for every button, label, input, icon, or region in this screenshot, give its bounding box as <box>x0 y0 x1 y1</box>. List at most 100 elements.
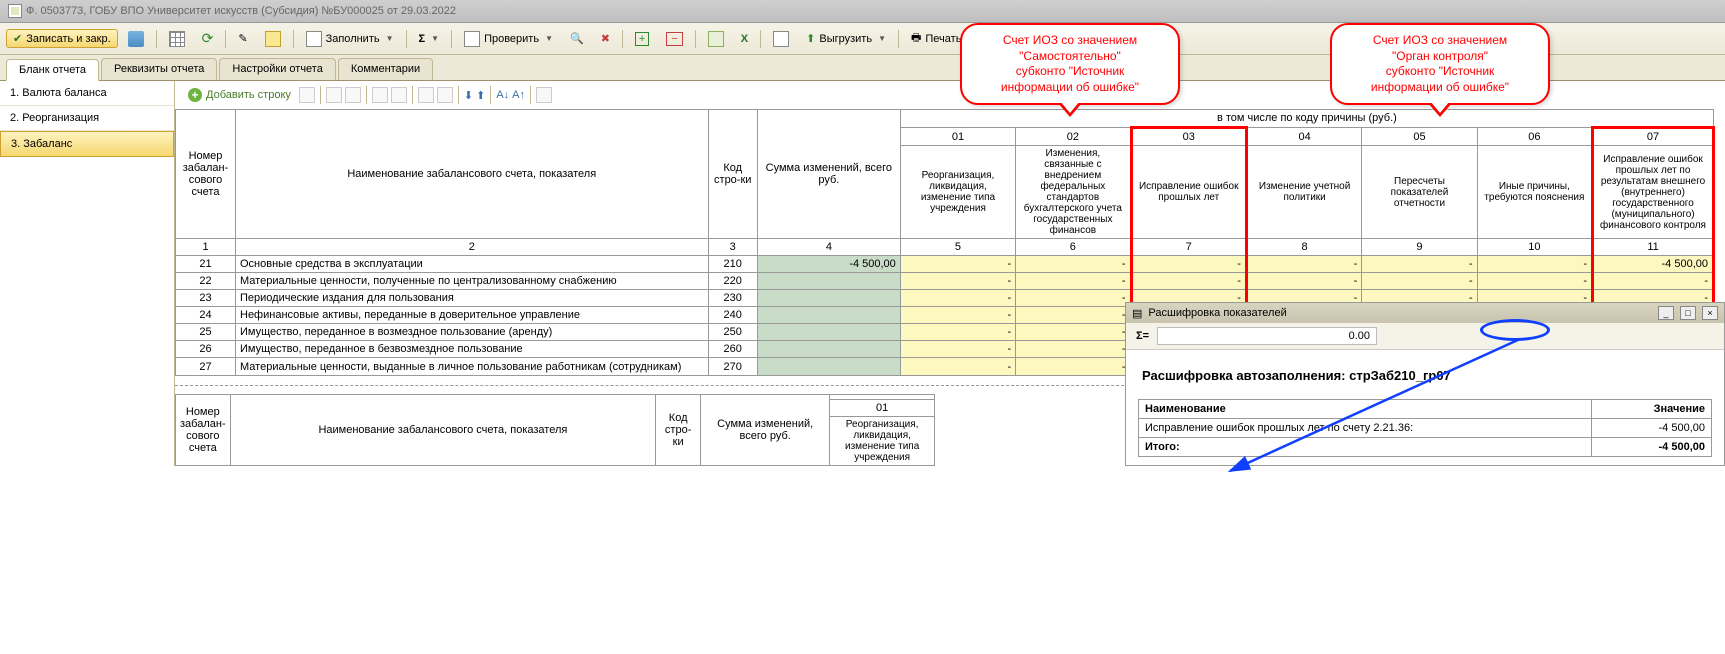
tab-blank[interactable]: Бланк отчета <box>6 59 99 81</box>
add-row-button[interactable]: +Добавить строку <box>183 85 296 105</box>
sub-03: Исправление ошибок прошлых лет <box>1131 146 1246 239</box>
page-button[interactable] <box>766 28 796 50</box>
tab-comments[interactable]: Комментарии <box>338 58 433 80</box>
arrow-up-icon[interactable]: ⬆ <box>476 89 485 102</box>
sidebar-item-offbalance[interactable]: 3. Забаланс <box>0 131 174 157</box>
detail-total-name: Итого: <box>1139 438 1592 457</box>
lower-header-code: Код стро-ки <box>656 395 701 466</box>
lower-header-sum: Сумма изменений, всего руб. <box>701 395 830 466</box>
grid-icon <box>169 31 185 47</box>
upload-icon: ⬆ <box>806 32 815 45</box>
minimize-button[interactable]: _ <box>1658 306 1674 320</box>
excel-icon: X <box>741 33 748 45</box>
colnum-11: 11 <box>1593 239 1714 256</box>
colnum-4: 4 <box>757 239 900 256</box>
plus-box-icon: + <box>635 32 649 46</box>
code-04: 04 <box>1246 128 1361 146</box>
colnum-9: 9 <box>1362 239 1477 256</box>
tree-icon <box>708 31 724 47</box>
detail-panel: ▤ Расшифровка показателей _ □ × Σ= 0.00 … <box>1125 302 1725 466</box>
search-button[interactable]: 🔍 <box>563 29 591 48</box>
code-06: 06 <box>1477 128 1592 146</box>
colnum-2: 2 <box>236 239 709 256</box>
lower-grid[interactable]: Номер забалан-сового счета Наименование … <box>175 394 935 466</box>
colnum-6: 6 <box>1016 239 1131 256</box>
clear-icon: ✖ <box>601 32 610 45</box>
sidebar-item-reorg[interactable]: 2. Реорганизация <box>0 106 174 131</box>
sub-07: Исправление ошибок прошлых лет по резуль… <box>1593 146 1714 239</box>
header-name: Наименование забалансового счета, показа… <box>236 110 709 239</box>
lower-code-01: 01 <box>830 400 935 417</box>
collapse-button[interactable]: − <box>659 29 689 49</box>
clear-button[interactable]: ✖ <box>594 29 617 48</box>
code-02: 02 <box>1016 128 1131 146</box>
callout-03: Счет ИОЗ со значением"Самостоятельно"суб… <box>960 23 1180 105</box>
plus-circle-icon: + <box>188 88 202 102</box>
chart-icon[interactable] <box>536 87 552 103</box>
sub-02: Изменения, связанные с внедрением федера… <box>1016 146 1131 239</box>
toolbar-icon-2[interactable] <box>326 87 342 103</box>
toolbar-icon-5[interactable] <box>391 87 407 103</box>
tab-requisites[interactable]: Реквизиты отчета <box>101 58 217 80</box>
pencil-icon: ✎ <box>238 32 247 45</box>
tab-settings[interactable]: Настройки отчета <box>219 58 335 80</box>
toolbar-icon-3[interactable] <box>345 87 361 103</box>
colnum-10: 10 <box>1477 239 1592 256</box>
detail-heading: Расшифровка автозаполнения: стрЗаб210_гр… <box>1138 358 1712 393</box>
upload-button[interactable]: ⬆Выгрузить▼ <box>799 29 893 48</box>
code-03: 03 <box>1131 128 1246 146</box>
code-01: 01 <box>900 128 1015 146</box>
window-title: Ф. 0503773, ГОБУ ВПО Университет искусст… <box>26 5 456 17</box>
tree-button[interactable] <box>701 28 731 50</box>
lower-sub-01: Реорганизация, ликвидация, изменение тип… <box>830 417 935 466</box>
document-icon <box>8 4 22 18</box>
sigma-button[interactable]: Σ▼ <box>412 30 447 48</box>
toolbar-icon-7[interactable] <box>437 87 453 103</box>
fill-button[interactable]: Заполнить▼ <box>299 28 401 50</box>
sidebar-item-balance[interactable]: 1. Валюта баланса <box>0 81 174 106</box>
sigma-label: Σ= <box>1136 330 1149 342</box>
arrow-down-icon[interactable]: ⬇ <box>464 89 473 102</box>
colnum-1: 1 <box>176 239 236 256</box>
sigma-field[interactable]: 0.00 <box>1157 327 1377 345</box>
toolbar-icon-4[interactable] <box>372 87 388 103</box>
table-icon <box>306 31 322 47</box>
window-title-bar: Ф. 0503773, ГОБУ ВПО Университет искусст… <box>0 0 1725 23</box>
colnum-8: 8 <box>1246 239 1361 256</box>
close-button[interactable]: × <box>1702 306 1718 320</box>
detail-col-name: Наименование <box>1139 400 1592 419</box>
magnifier-icon: 🔍 <box>570 32 584 45</box>
header-code: Код стро-ки <box>708 110 757 239</box>
detail-title-text: Расшифровка показателей <box>1148 307 1286 319</box>
refresh-button[interactable]: ⟳ <box>195 27 221 50</box>
lower-header-name: Наименование забалансового счета, показа… <box>230 395 656 466</box>
detail-row-1-val: -4 500,00 <box>1592 419 1712 438</box>
header-sum: Сумма изменений, всего руб. <box>757 110 900 239</box>
sort-desc-icon[interactable]: A↑ <box>512 89 525 101</box>
expand-button[interactable]: + <box>628 29 656 49</box>
copy-button[interactable] <box>258 28 288 50</box>
edit-button[interactable]: ✎ <box>231 29 254 48</box>
sort-asc-icon[interactable]: A↓ <box>496 89 509 101</box>
grid-button[interactable] <box>162 28 192 50</box>
sigma-row: Σ= 0.00 <box>1126 323 1724 349</box>
sub-01: Реорганизация, ликвидация, изменение тип… <box>900 146 1015 239</box>
toolbar-icon-6[interactable] <box>418 87 434 103</box>
save-button[interactable] <box>121 28 151 50</box>
toolbar-icon-1[interactable] <box>299 87 315 103</box>
save-close-button[interactable]: ✔Записать и закр. <box>6 29 118 48</box>
table-row[interactable]: 21Основные средства в эксплуатации210-4 … <box>176 256 1714 273</box>
check-button[interactable]: Проверить▼ <box>457 28 560 50</box>
floppy-icon <box>128 31 144 47</box>
minus-box-icon: − <box>666 32 682 46</box>
detail-total-val: -4 500,00 <box>1592 438 1712 457</box>
detail-row-1-name: Исправление ошибок прошлых лет по счету … <box>1139 419 1592 438</box>
panel-icon: ▤ <box>1132 307 1142 320</box>
detail-table: НаименованиеЗначение Исправление ошибок … <box>1138 399 1712 457</box>
maximize-button[interactable]: □ <box>1680 306 1696 320</box>
detail-title-bar: ▤ Расшифровка показателей _ □ × <box>1126 303 1724 323</box>
excel-button[interactable]: X <box>734 30 755 48</box>
header-super: в том числе по коду причины (руб.) <box>900 110 1713 128</box>
table-row[interactable]: 22Материальные ценности, полученные по ц… <box>176 273 1714 290</box>
callout-07: Счет ИОЗ со значением"Орган контроля"суб… <box>1330 23 1550 105</box>
